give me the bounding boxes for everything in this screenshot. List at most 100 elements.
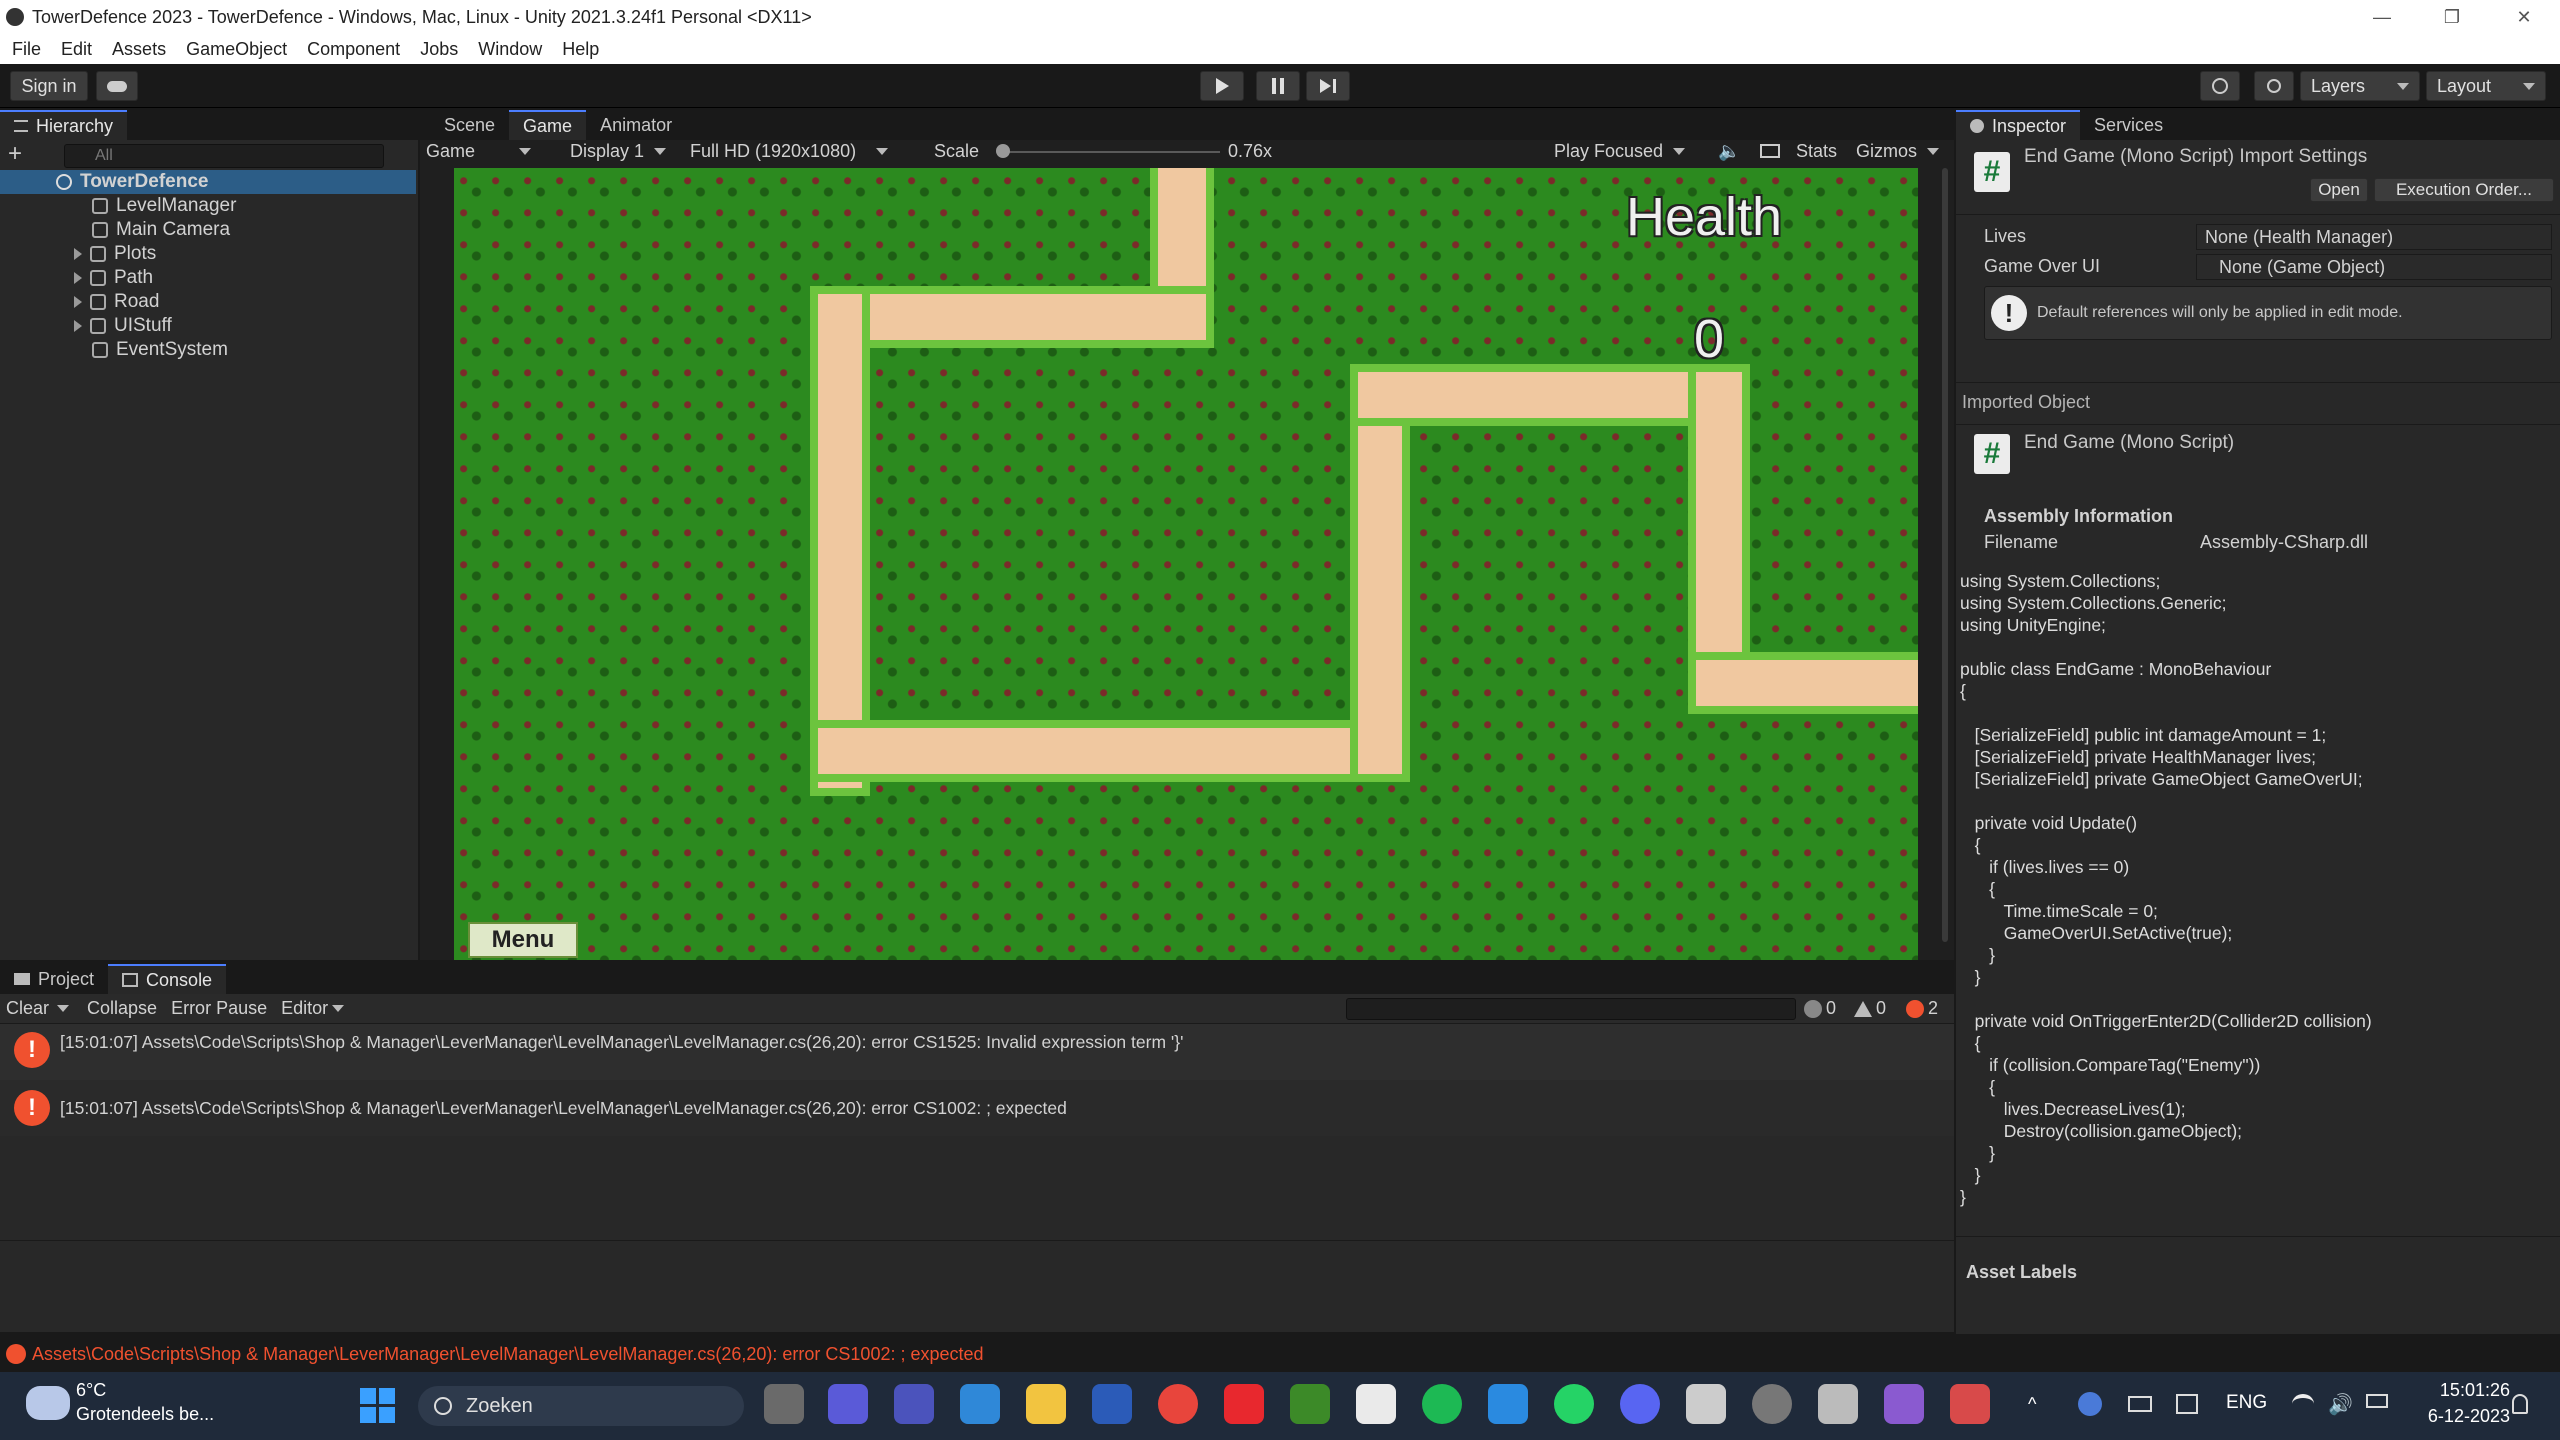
expand-arrow-icon[interactable] <box>74 248 82 260</box>
cloud-button[interactable] <box>96 71 138 101</box>
vscode-icon[interactable] <box>1488 1384 1528 1424</box>
menu-gameobject[interactable]: GameObject <box>186 39 287 60</box>
word-icon[interactable] <box>1092 1384 1132 1424</box>
list-item[interactable]: EventSystem <box>0 338 416 362</box>
menu-window[interactable]: Window <box>478 39 542 60</box>
close-button[interactable]: ✕ <box>2494 0 2554 34</box>
console-row[interactable]: ! [15:01:07] Assets\Code\Scripts\Shop & … <box>0 1080 1954 1136</box>
whatsapp-icon[interactable] <box>1554 1384 1594 1424</box>
search-button[interactable] <box>2254 71 2294 101</box>
menu-file[interactable]: File <box>12 39 41 60</box>
game-scrollbar[interactable] <box>1942 168 1948 942</box>
game-mode-dropdown[interactable]: Game <box>426 136 552 166</box>
volume-icon[interactable]: 🔊 <box>2328 1392 2353 1417</box>
list-item[interactable]: LevelManager <box>0 194 416 218</box>
stats-button[interactable]: Stats <box>1796 136 1837 166</box>
solitaire-icon[interactable] <box>1356 1384 1396 1424</box>
clock-date[interactable]: 6-12-2023 <box>2410 1406 2510 1427</box>
list-item[interactable]: Path <box>0 266 416 290</box>
discord-icon[interactable] <box>1620 1384 1660 1424</box>
warning-count-toggle[interactable]: 0 <box>1854 998 1886 1019</box>
app-red-icon[interactable] <box>1224 1384 1264 1424</box>
snipping-tool-icon[interactable] <box>1950 1384 1990 1424</box>
mute-audio-icon[interactable]: 🔈 <box>1718 136 1740 166</box>
unity-icon[interactable] <box>1818 1384 1858 1424</box>
minecraft-icon[interactable] <box>1290 1384 1330 1424</box>
list-item[interactable]: Main Camera <box>0 218 416 242</box>
start-button[interactable] <box>360 1388 396 1424</box>
expand-arrow-icon[interactable] <box>74 296 82 308</box>
onedrive-icon[interactable] <box>2078 1392 2102 1416</box>
spotify-icon[interactable] <box>1422 1384 1462 1424</box>
scale-slider-handle[interactable] <box>996 144 1010 158</box>
clock-time[interactable]: 15:01:26 <box>2410 1380 2510 1401</box>
tab-services[interactable]: Services <box>2080 110 2177 140</box>
menu-help[interactable]: Help <box>562 39 599 60</box>
menu-jobs[interactable]: Jobs <box>420 39 458 60</box>
chevron-down-icon[interactable] <box>57 1005 70 1012</box>
list-item[interactable]: UIStuff <box>0 314 416 338</box>
language-indicator[interactable]: ENG <box>2226 1392 2267 1414</box>
chevron-up-icon[interactable]: ^ <box>2028 1394 2048 1414</box>
unity-hub-icon[interactable] <box>1686 1384 1726 1424</box>
hierarchy-root[interactable]: TowerDefence <box>0 170 416 194</box>
task-view-icon[interactable] <box>764 1384 804 1424</box>
execution-order-button[interactable]: Execution Order... <box>2374 178 2554 202</box>
teams-icon[interactable] <box>894 1384 934 1424</box>
menu-button[interactable]: Menu <box>468 922 578 958</box>
clear-button[interactable]: Clear <box>6 998 49 1019</box>
store-icon[interactable] <box>960 1384 1000 1424</box>
history-button[interactable] <box>2200 71 2240 101</box>
tab-project[interactable]: Project <box>0 964 108 994</box>
chrome-icon[interactable] <box>1158 1384 1198 1424</box>
add-icon[interactable]: + <box>8 140 38 170</box>
keyboard-icon[interactable] <box>2128 1396 2152 1412</box>
display-dropdown[interactable]: Display 1 <box>570 136 667 166</box>
layers-dropdown[interactable]: Layers <box>2300 71 2420 101</box>
resolution-dropdown[interactable]: Full HD (1920x1080) <box>690 136 889 166</box>
scale-slider[interactable] <box>1000 151 1220 153</box>
error-pause-button[interactable]: Error Pause <box>171 998 267 1019</box>
battery-icon[interactable] <box>2366 1394 2388 1408</box>
grid-icon[interactable] <box>1760 136 1780 166</box>
tab-inspector[interactable]: Inspector <box>1956 110 2081 140</box>
console-row[interactable]: ! [15:01:07] Assets\Code\Scripts\Shop & … <box>0 1024 1954 1080</box>
notification-bell-icon[interactable] <box>2512 1394 2528 1414</box>
play-button[interactable] <box>1200 71 1244 101</box>
list-item[interactable]: Road <box>0 290 416 314</box>
status-bar[interactable]: Assets\Code\Scripts\Shop & Manager\Lever… <box>0 1336 2560 1372</box>
wifi-icon[interactable] <box>2292 1394 2314 1414</box>
hierarchy-search-input[interactable]: All <box>64 144 384 168</box>
menu-edit[interactable]: Edit <box>61 39 92 60</box>
expand-arrow-icon[interactable] <box>74 320 82 332</box>
collapse-button[interactable]: Collapse <box>87 998 157 1019</box>
console-search-input[interactable] <box>1346 998 1796 1020</box>
weather-icon[interactable] <box>26 1386 70 1420</box>
menu-assets[interactable]: Assets <box>112 39 166 60</box>
step-button[interactable] <box>1306 71 1350 101</box>
sign-in-button[interactable]: Sign in <box>10 71 88 101</box>
obs-icon[interactable] <box>1752 1384 1792 1424</box>
list-item[interactable]: Plots <box>0 242 416 266</box>
minimize-button[interactable]: — <box>2352 0 2412 34</box>
play-mode-dropdown[interactable]: Play Focused <box>1554 136 1686 166</box>
taskbar-search-input[interactable]: Zoeken <box>418 1386 744 1426</box>
lives-field[interactable]: None (Health Manager) <box>2196 224 2552 250</box>
editor-dropdown[interactable]: Editor <box>281 998 328 1019</box>
tab-hierarchy[interactable]: Hierarchy <box>0 110 128 140</box>
tab-console[interactable]: Console <box>108 964 227 994</box>
meet-icon[interactable] <box>828 1384 868 1424</box>
menu-component[interactable]: Component <box>307 39 400 60</box>
info-count-toggle[interactable]: 0 <box>1804 998 1836 1019</box>
pause-button[interactable] <box>1256 71 1300 101</box>
gizmos-dropdown[interactable]: Gizmos <box>1856 136 1940 166</box>
maximize-button[interactable]: ❐ <box>2422 0 2482 34</box>
visual-studio-icon[interactable] <box>1884 1384 1924 1424</box>
layout-dropdown[interactable]: Layout <box>2426 71 2546 101</box>
open-button[interactable]: Open <box>2310 178 2368 202</box>
display-icon[interactable] <box>2176 1394 2198 1414</box>
error-count-toggle[interactable]: 2 <box>1906 998 1938 1019</box>
expand-arrow-icon[interactable] <box>74 272 82 284</box>
file-explorer-icon[interactable] <box>1026 1384 1066 1424</box>
game-viewport[interactable]: Health 0 Menu <box>454 168 1918 960</box>
